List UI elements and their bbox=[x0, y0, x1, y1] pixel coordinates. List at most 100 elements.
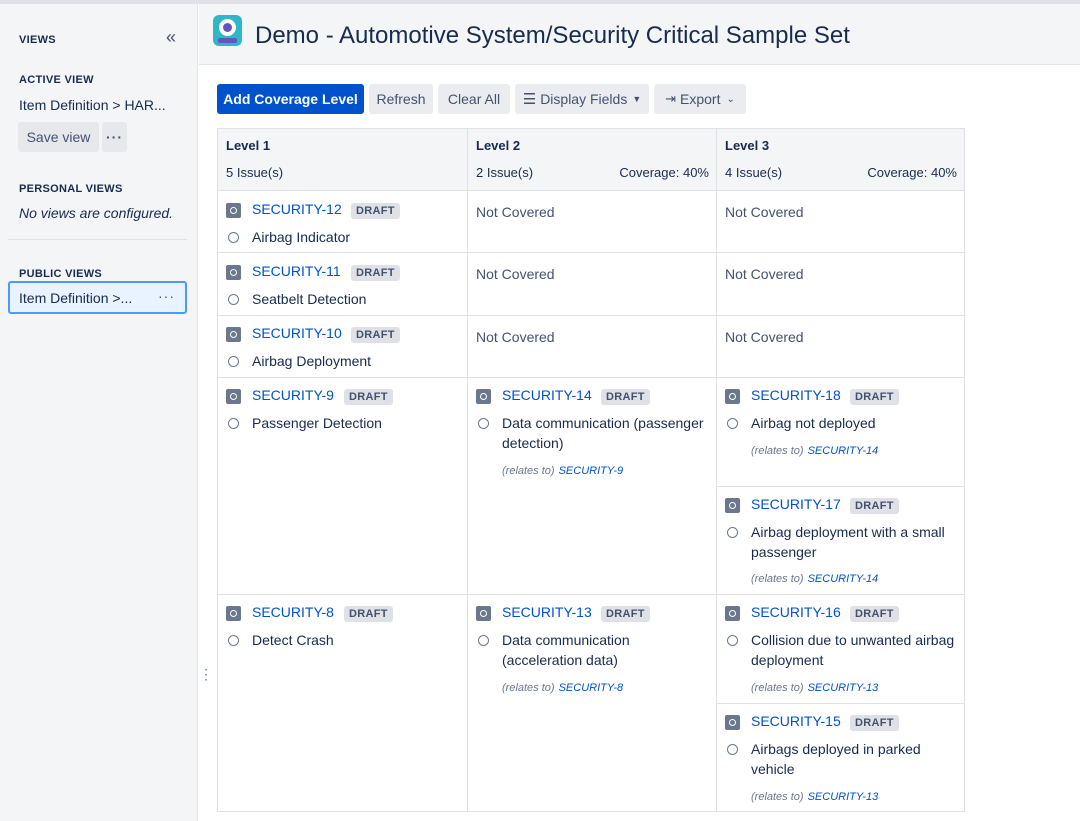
issue-key-link[interactable]: SECURITY-14 bbox=[502, 387, 592, 403]
issue-type-icon bbox=[226, 327, 241, 342]
issue-summary: Data communication (passenger detection) bbox=[502, 415, 704, 451]
column-header-level-3: Level 3 4 Issue(s) Coverage: 40% bbox=[717, 129, 965, 191]
status-badge: DRAFT bbox=[344, 606, 393, 622]
issue-status-circle-icon bbox=[727, 527, 738, 538]
issue-key-link[interactable]: SECURITY-12 bbox=[252, 201, 342, 217]
display-fields-dropdown[interactable]: ☰ Display Fields ▼ bbox=[515, 84, 649, 114]
issue-card-security-13: SECURITY-13 DRAFT Data communication (ac… bbox=[468, 595, 717, 812]
issue-summary: Collision due to unwanted airbag deploym… bbox=[751, 632, 955, 668]
not-covered-cell: Not Covered bbox=[468, 191, 717, 253]
status-badge: DRAFT bbox=[351, 265, 400, 281]
relation-line: (relates to) SECURITY-9 bbox=[502, 465, 623, 477]
issue-summary: Passenger Detection bbox=[252, 415, 382, 431]
related-issue-link[interactable]: SECURITY-13 bbox=[808, 682, 879, 694]
coverage-table: Level 1 5 Issue(s) Level 2 2 Issue(s) Co… bbox=[217, 128, 965, 812]
issue-card-security-8: SECURITY-8 DRAFT Detect Crash bbox=[218, 595, 468, 812]
issue-summary: Detect Crash bbox=[252, 632, 334, 648]
issue-key-link[interactable]: SECURITY-15 bbox=[751, 713, 841, 729]
relation-line: (relates to) SECURITY-14 bbox=[751, 573, 878, 585]
issue-count: 2 Issue(s) bbox=[476, 165, 534, 180]
active-view-more-button[interactable]: ··· bbox=[102, 122, 127, 152]
issue-type-icon bbox=[226, 203, 241, 218]
issue-status-circle-icon bbox=[727, 744, 738, 755]
related-issue-link[interactable]: SECURITY-9 bbox=[559, 465, 624, 477]
column-title: Level 3 bbox=[725, 138, 770, 153]
column-title: Level 1 bbox=[226, 138, 271, 153]
issue-card-security-12: SECURITY-12 DRAFT Airbag Indicator bbox=[218, 191, 468, 253]
issue-type-icon bbox=[725, 606, 740, 621]
not-covered-cell: Not Covered bbox=[717, 191, 965, 253]
public-view-item[interactable]: Item Definition >... ··· bbox=[8, 281, 187, 314]
issue-key-link[interactable]: SECURITY-11 bbox=[252, 263, 341, 279]
relation-type: (relates to) bbox=[502, 465, 555, 477]
issue-type-icon bbox=[226, 389, 241, 404]
public-view-label: Item Definition >... bbox=[19, 289, 133, 306]
status-badge: DRAFT bbox=[351, 327, 400, 343]
issue-card-security-18: SECURITY-18 DRAFT Airbag not deployed (r… bbox=[717, 378, 965, 487]
collapse-sidebar-icon[interactable]: « bbox=[166, 27, 176, 48]
relation-type: (relates to) bbox=[502, 682, 555, 694]
not-covered-label: Not Covered bbox=[476, 266, 555, 282]
relation-line: (relates to) SECURITY-8 bbox=[502, 682, 623, 694]
not-covered-label: Not Covered bbox=[725, 329, 804, 345]
issue-type-icon bbox=[725, 498, 740, 513]
export-label: Export bbox=[680, 91, 721, 107]
not-covered-cell: Not Covered bbox=[468, 316, 717, 378]
relation-line: (relates to) SECURITY-14 bbox=[751, 445, 878, 457]
issue-key-link[interactable]: SECURITY-13 bbox=[502, 604, 592, 620]
issue-key-link[interactable]: SECURITY-17 bbox=[751, 496, 841, 512]
issue-status-circle-icon bbox=[727, 418, 738, 429]
coverage-percent: Coverage: 40% bbox=[619, 165, 709, 180]
issue-status-circle-icon bbox=[228, 232, 239, 243]
list-icon: ☰ bbox=[522, 91, 537, 108]
export-icon: ⇥ bbox=[665, 91, 677, 106]
issue-key-link[interactable]: SECURITY-8 bbox=[252, 604, 334, 620]
related-issue-link[interactable]: SECURITY-14 bbox=[808, 573, 879, 585]
issue-key-link[interactable]: SECURITY-9 bbox=[252, 387, 334, 403]
display-fields-label: Display Fields bbox=[540, 91, 628, 107]
issue-summary: Airbag Deployment bbox=[252, 353, 372, 369]
issue-status-circle-icon bbox=[478, 418, 489, 429]
issue-type-icon bbox=[476, 389, 491, 404]
active-view-name: Item Definition > HAR... bbox=[19, 97, 166, 113]
issue-status-circle-icon bbox=[228, 418, 239, 429]
issue-key-link[interactable]: SECURITY-16 bbox=[751, 604, 841, 620]
issue-card-security-16: SECURITY-16 DRAFT Collision due to unwan… bbox=[717, 595, 965, 704]
issue-summary: Airbag Indicator bbox=[252, 229, 351, 245]
issue-card-security-15: SECURITY-15 DRAFT Airbags deployed in pa… bbox=[717, 704, 965, 812]
active-view-heading: ACTIVE VIEW bbox=[19, 74, 94, 86]
status-badge: DRAFT bbox=[601, 606, 650, 622]
clear-all-button[interactable]: Clear All bbox=[438, 84, 510, 114]
issue-status-circle-icon bbox=[228, 294, 239, 305]
relation-line: (relates to) SECURITY-13 bbox=[751, 791, 878, 803]
sidebar-divider bbox=[8, 239, 187, 240]
not-covered-cell: Not Covered bbox=[717, 253, 965, 316]
issue-key-link[interactable]: SECURITY-18 bbox=[751, 387, 841, 403]
issue-count: 4 Issue(s) bbox=[725, 165, 783, 180]
related-issue-link[interactable]: SECURITY-14 bbox=[808, 445, 879, 457]
issue-card-security-17: SECURITY-17 DRAFT Airbag deployment with… bbox=[717, 487, 965, 595]
status-badge: DRAFT bbox=[850, 715, 899, 731]
issue-key-link[interactable]: SECURITY-10 bbox=[252, 325, 342, 341]
coverage-percent: Coverage: 40% bbox=[867, 165, 957, 180]
issue-type-icon bbox=[226, 606, 241, 621]
not-covered-label: Not Covered bbox=[725, 266, 804, 282]
refresh-button[interactable]: Refresh bbox=[369, 84, 433, 114]
add-coverage-level-button[interactable]: Add Coverage Level bbox=[217, 84, 364, 114]
caret-down-icon: ▼ bbox=[632, 94, 642, 104]
public-view-more-button[interactable]: ··· bbox=[158, 288, 175, 304]
issue-card-security-9: SECURITY-9 DRAFT Passenger Detection bbox=[218, 378, 468, 595]
views-sidebar: VIEWS « ACTIVE VIEW Item Definition > HA… bbox=[0, 4, 198, 821]
save-view-button[interactable]: Save view bbox=[18, 122, 99, 152]
related-issue-link[interactable]: SECURITY-13 bbox=[808, 791, 879, 803]
related-issue-link[interactable]: SECURITY-8 bbox=[559, 682, 624, 694]
not-covered-label: Not Covered bbox=[725, 204, 804, 220]
not-covered-cell: Not Covered bbox=[468, 253, 717, 316]
column-title: Level 2 bbox=[476, 138, 521, 153]
export-dropdown[interactable]: ⇥ Export ⌄ bbox=[654, 84, 746, 114]
status-badge: DRAFT bbox=[850, 389, 899, 405]
sidebar-resize-handle[interactable]: ⋮ bbox=[199, 666, 213, 683]
issue-summary: Airbag deployment with a small passenger bbox=[751, 524, 945, 560]
issue-status-circle-icon bbox=[727, 635, 738, 646]
issue-status-circle-icon bbox=[228, 356, 239, 367]
